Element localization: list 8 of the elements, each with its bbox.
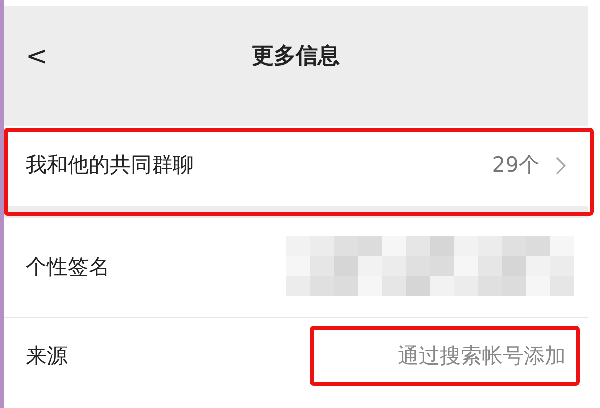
back-button[interactable]: <	[26, 42, 48, 72]
page-title: 更多信息	[252, 43, 340, 71]
chevron-right-icon	[556, 157, 566, 175]
row-label: 来源	[26, 343, 68, 370]
source-value: 通过搜索帐号添加	[398, 343, 566, 370]
row-label: 我和他的共同群聊	[26, 152, 194, 180]
group-count: 29个	[492, 152, 540, 180]
row-label: 个性签名	[26, 254, 110, 281]
